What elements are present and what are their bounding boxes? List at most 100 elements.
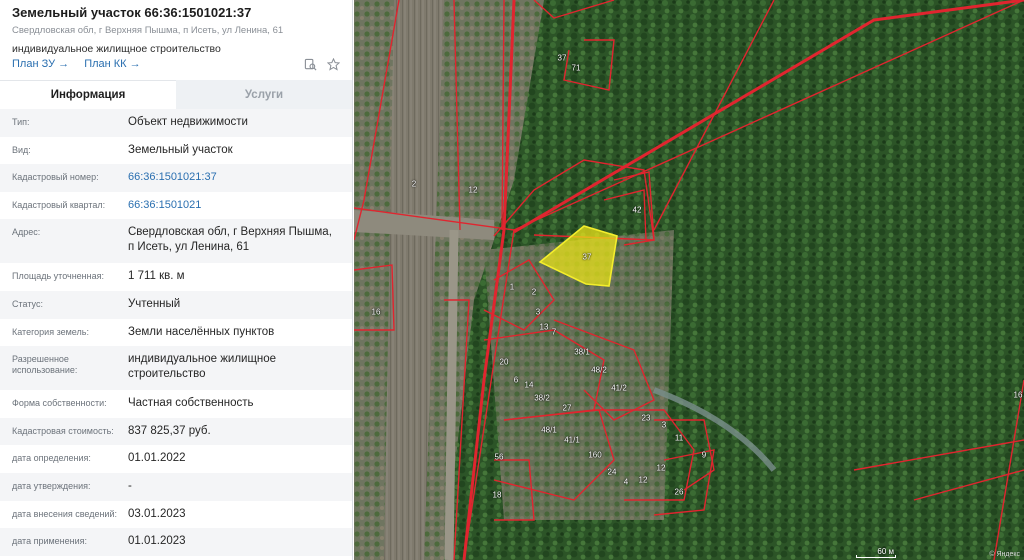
parcel-label: 27: [562, 403, 572, 413]
parcel-label: 12: [638, 475, 648, 485]
parcel-label: 18: [492, 490, 502, 500]
parcel-label: 41/2: [611, 383, 627, 393]
row-value: Земли населённых пунктов: [128, 325, 275, 338]
parcel-label: 24: [607, 467, 617, 477]
header-address: Свердловская обл, г Верхняя Пышма, п Исе…: [12, 25, 284, 36]
row-label: дата применения:: [12, 536, 88, 547]
map-canvas[interactable]: [354, 0, 1024, 560]
parcel-label: 2: [531, 287, 537, 297]
row-value: 01.01.2023: [128, 535, 186, 548]
parcel-label: 160: [588, 450, 602, 460]
row-label: Кадастровый квартал:: [12, 199, 106, 210]
parcel-label: 23: [641, 413, 651, 423]
parcel-label: 41/1: [564, 435, 580, 445]
row-label: Кадастровый номер:: [12, 172, 99, 183]
row-value: индивидуальное жилищное строительство: [128, 353, 277, 381]
plan-kk-link[interactable]: План КК →: [84, 58, 140, 70]
map-attribution[interactable]: © Яндекс: [989, 551, 1020, 558]
row-label: Статус:: [12, 298, 43, 309]
parcel-label: 37: [557, 53, 567, 63]
panel-header: Земельный участок 66:36:1501021:37 Сверд…: [0, 0, 352, 80]
parcel-label: 12: [656, 463, 666, 473]
parcel-label: 48/2: [591, 365, 607, 375]
row-label: дата определения:: [12, 453, 91, 464]
row-label: Тип:: [12, 117, 30, 127]
row-label: Адрес:: [12, 227, 41, 238]
plan-zu-link[interactable]: План ЗУ →: [12, 58, 69, 70]
parcel-label: 3: [535, 307, 541, 317]
row-cadastral-quarter: Кадастровый квартал: 66:36:1501021: [0, 191, 352, 220]
panel-tabs: Информация Услуги: [0, 80, 352, 109]
row-date-approved: дата утверждения: -: [0, 472, 352, 501]
row-label: Категория земель:: [12, 326, 89, 337]
info-panel: Земельный участок 66:36:1501021:37 Сверд…: [0, 0, 353, 560]
parcel-label: 16: [1013, 390, 1023, 400]
row-label: Площадь уточненная:: [12, 271, 104, 282]
row-value: Объект недвижимости: [128, 116, 248, 128]
row-address: Адрес: Свердловская обл, г Верхняя Пышма…: [0, 219, 352, 264]
row-ownership: Форма собственности: Частная собственнос…: [0, 390, 352, 418]
parcel-label: 12: [468, 185, 478, 195]
row-date-applied: дата применения: 01.01.2023: [0, 528, 352, 556]
row-land-category: Категория земель: Земли населённых пункт…: [0, 318, 352, 347]
parcel-label: 9: [701, 450, 707, 460]
header-use: индивидуальное жилищное строительство: [12, 43, 221, 55]
tab-info[interactable]: Информация: [0, 80, 176, 109]
row-cadastral-value: Кадастровая стоимость: 837 825,37 руб.: [0, 417, 352, 446]
parcel-label: 16: [371, 307, 381, 317]
header-actions: [304, 58, 340, 71]
parcel-label: 3: [661, 420, 667, 430]
row-label: Форма собственности:: [12, 398, 107, 409]
row-label: Кадастровая стоимость:: [12, 425, 114, 436]
parcel-label: 2: [411, 179, 417, 189]
parcel-label: 26: [674, 487, 684, 497]
row-value: 837 825,37 руб.: [128, 424, 211, 437]
row-date-entered: дата внесения сведений: 03.01.2023: [0, 500, 352, 529]
plan-links: План ЗУ → План КК →: [12, 58, 153, 70]
cadastral-quarter-link[interactable]: 66:36:1501021: [128, 192, 201, 218]
row-area: Площадь уточненная: 1 711 кв. м: [0, 263, 352, 291]
row-cadastral-number: Кадастровый номер: 66:36:1501021:37: [0, 164, 352, 192]
scale-text: 60 м: [877, 547, 894, 556]
row-date-determined: дата определения: 01.01.2022: [0, 445, 352, 473]
parcel-label: 4: [623, 477, 629, 487]
row-value: Свердловская обл, г Верхняя Пышма, п Исе…: [128, 226, 332, 254]
parcel-label: 20: [499, 357, 509, 367]
row-value: Земельный участок: [128, 143, 233, 156]
row-kind: Вид: Земельный участок: [0, 136, 352, 165]
parcel-label: 38/1: [574, 347, 590, 357]
row-type: Тип: Объект недвижимости: [0, 109, 352, 137]
parcel-label: 11: [674, 433, 684, 443]
parcel-label: 1: [509, 282, 515, 292]
row-value: 01.01.2022: [128, 452, 186, 465]
parcel-label-selected: 37: [582, 252, 592, 262]
parcel-label: 71: [571, 63, 581, 73]
page-title: Земельный участок 66:36:1501021:37: [12, 5, 252, 20]
parcel-label: 6: [513, 375, 519, 385]
row-label: Разрешенное использование:: [12, 354, 78, 376]
row-label: дата утверждения:: [12, 480, 91, 491]
row-label: Вид:: [12, 144, 31, 155]
row-status: Статус: Учтенный: [0, 290, 352, 319]
row-label: дата внесения сведений:: [12, 508, 117, 519]
tab-services[interactable]: Услуги: [176, 80, 352, 109]
cadastral-number-link[interactable]: 66:36:1501021:37: [128, 164, 217, 190]
row-value: 1 711 кв. м: [128, 270, 185, 283]
row-permitted-use: Разрешенное использование: индивидуально…: [0, 346, 352, 391]
parcel-label: 38/2: [534, 393, 550, 403]
parcel-label: 7: [551, 327, 557, 337]
row-value: 03.01.2023: [128, 507, 186, 520]
row-value: Учтенный: [128, 297, 181, 310]
search-document-icon[interactable]: [304, 58, 317, 71]
parcel-label: 56: [494, 452, 504, 462]
parcel-label: 14: [524, 380, 534, 390]
properties-table: Тип: Объект недвижимости Вид: Земельный …: [0, 109, 352, 556]
star-icon[interactable]: [327, 58, 340, 71]
parcel-label: 48/1: [541, 425, 557, 435]
main-road: [444, 229, 459, 560]
parcel-label: 42: [632, 205, 642, 215]
parcel-label: 13: [539, 322, 549, 332]
row-value: -: [128, 479, 132, 492]
satellite-map[interactable]: 37 37 71 2 12 42 1 2 3 13 7 20 38/1 48/2…: [354, 0, 1024, 560]
row-value: Частная собственность: [128, 397, 254, 410]
